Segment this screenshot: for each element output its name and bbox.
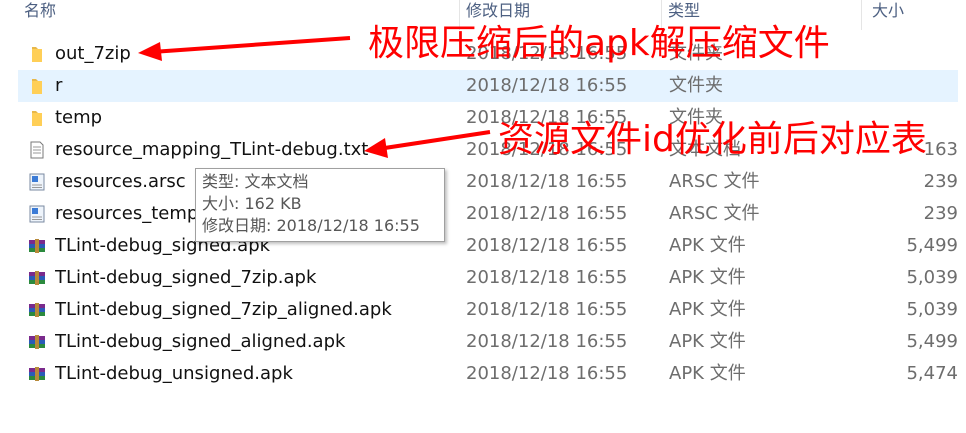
file-row[interactable]: TLint-debug_signed_aligned.apk 2018/12/18… <box>18 326 958 358</box>
file-type: ARSC 文件 <box>669 171 760 192</box>
arsc-file-icon <box>28 205 46 223</box>
file-row[interactable]: TLint-debug_signed_7zip_aligned.apk 2018/… <box>18 294 958 326</box>
file-size <box>838 70 958 102</box>
tooltip-type: 类型: 文本文档 <box>202 172 309 191</box>
file-size: 5,499 <box>906 331 958 352</box>
annotation-resource-id-table: 资源文件id优化前后对应表 <box>498 119 927 160</box>
file-row[interactable]: TLint-debug_signed_7zip.apk 2018/12/18 16… <box>18 262 958 294</box>
annotation-apk-unzip: 极限压缩后的apk解压缩文件 <box>368 23 830 64</box>
file-type: APK 文件 <box>669 331 746 352</box>
file-size <box>838 38 958 70</box>
file-row[interactable]: r 2018/12/18 16:55 文件夹 <box>18 70 958 102</box>
file-row[interactable]: resources_temp.arsc 2018/12/18 16:55 ARSC … <box>18 198 958 230</box>
file-name: resource_mapping_TLint-debug.txt <box>55 139 369 160</box>
tooltip-size: 大小: 162 KB <box>202 194 302 213</box>
file-date: 2018/12/18 16:55 <box>466 75 628 96</box>
file-date: 2018/12/18 16:55 <box>466 299 628 320</box>
file-type: ARSC 文件 <box>669 203 760 224</box>
file-name: r <box>55 75 63 96</box>
folder-icon <box>28 77 46 95</box>
file-size: 5,474 <box>906 363 958 384</box>
folder-icon <box>28 109 46 127</box>
file-row[interactable]: resources.arsc 2018/12/18 16:55 ARSC 文件 239 <box>18 166 958 198</box>
file-date: 2018/12/18 16:55 <box>466 267 628 288</box>
column-size-header[interactable]: 大小 <box>872 0 966 30</box>
file-name: TLint-debug_signed_7zip_aligned.apk <box>55 299 392 320</box>
apk-archive-icon <box>28 301 46 319</box>
file-name: TLint-debug_unsigned.apk <box>55 363 293 384</box>
file-date: 2018/12/18 16:55 <box>466 331 628 352</box>
file-name: TLint-debug_signed_aligned.apk <box>55 331 346 352</box>
apk-archive-icon <box>28 269 46 287</box>
file-date: 2018/12/18 16:55 <box>466 203 628 224</box>
file-size: 5,499 <box>906 235 958 256</box>
file-type: 文件夹 <box>669 75 723 96</box>
arsc-file-icon <box>28 173 46 191</box>
file-tooltip: 类型: 文本文档 大小: 162 KB 修改日期: 2018/12/18 16:… <box>195 168 445 242</box>
file-size: 239 <box>923 171 958 192</box>
file-size: 239 <box>923 203 958 224</box>
file-type: APK 文件 <box>669 235 746 256</box>
file-row[interactable]: TLint-debug_signed.apk 2018/12/18 16:55 AP… <box>18 230 958 262</box>
tooltip-date: 修改日期: 2018/12/18 16:55 <box>202 216 420 235</box>
file-name: TLint-debug_signed_7zip.apk <box>55 267 317 288</box>
file-name: temp <box>55 107 103 128</box>
file-date: 2018/12/18 16:55 <box>466 235 628 256</box>
file-date: 2018/12/18 16:55 <box>466 363 628 384</box>
file-size: 5,039 <box>906 267 958 288</box>
file-size: 5,039 <box>906 299 958 320</box>
apk-archive-icon <box>28 365 46 383</box>
file-type: APK 文件 <box>669 299 746 320</box>
file-type: APK 文件 <box>669 363 746 384</box>
apk-archive-icon <box>28 237 46 255</box>
file-date: 2018/12/18 16:55 <box>466 171 628 192</box>
folder-icon <box>28 45 46 63</box>
apk-archive-icon <box>28 333 46 351</box>
file-row[interactable]: TLint-debug_unsigned.apk 2018/12/18 16:55… <box>18 358 958 390</box>
text-file-icon <box>28 141 46 159</box>
file-type: APK 文件 <box>669 267 746 288</box>
